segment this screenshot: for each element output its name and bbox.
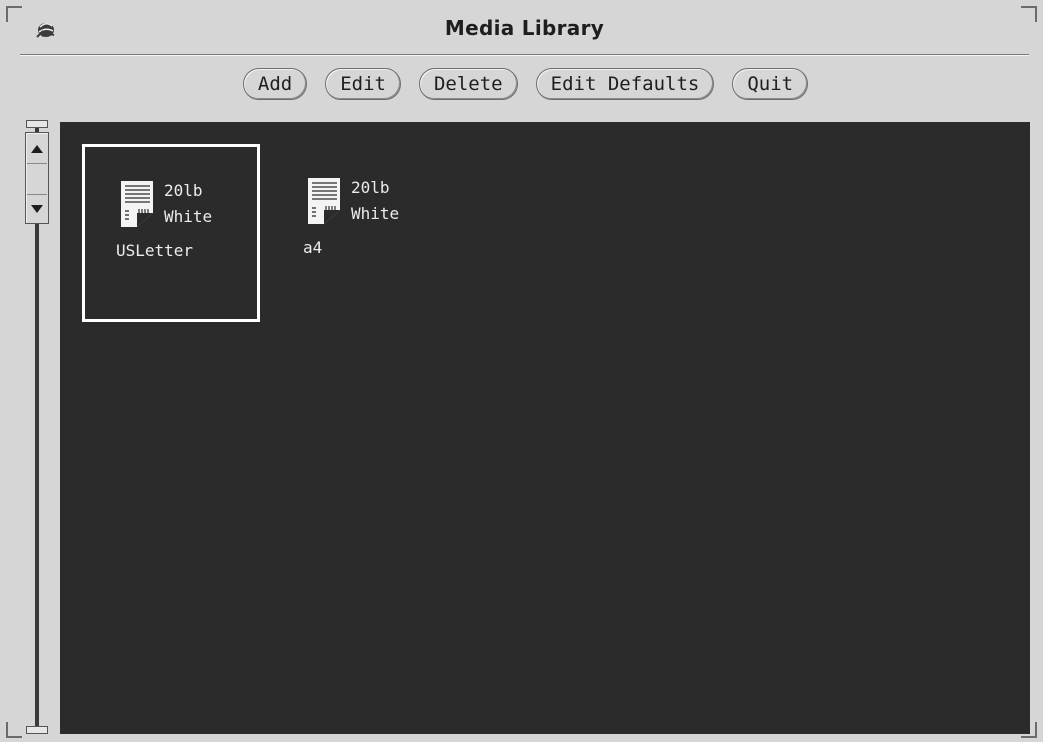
window-title: Media Library: [444, 16, 605, 40]
media-weight-label: 20lb: [164, 181, 203, 200]
media-library-window: Media Library Add Edit Delete Edit Defau…: [0, 0, 1043, 742]
media-weight-label: 20lb: [351, 178, 390, 197]
resize-corner-bottom-left[interactable]: [6, 722, 22, 738]
media-name-label: USLetter: [116, 241, 194, 260]
scrollbar-bottom-cable-anchor[interactable]: [26, 726, 48, 734]
vertical-scrollbar[interactable]: [24, 120, 50, 734]
scrollbar-top-cable-anchor[interactable]: [26, 120, 48, 128]
media-name-label: a4: [303, 238, 323, 257]
media-color-label: White: [164, 207, 213, 226]
media-item-usletter[interactable]: 20lb White USLetter: [82, 144, 260, 322]
arrow-up-icon: [31, 145, 43, 153]
toolbar: Add Edit Delete Edit Defaults Quit: [0, 68, 1043, 104]
scroll-up-button[interactable]: [27, 135, 47, 164]
edit-button[interactable]: Edit: [325, 68, 401, 100]
quit-button[interactable]: Quit: [732, 68, 809, 100]
arrow-down-icon: [31, 205, 43, 213]
scroll-down-button[interactable]: [27, 195, 47, 223]
scroll-drag-area[interactable]: [27, 164, 47, 195]
media-item-a4[interactable]: 20lb White a4: [272, 144, 450, 322]
delete-button[interactable]: Delete: [418, 68, 518, 100]
paper-sheet-icon: [308, 178, 340, 224]
media-color-label: White: [351, 204, 400, 223]
title-bar[interactable]: Media Library: [20, 8, 1029, 52]
edit-defaults-button[interactable]: Edit Defaults: [535, 68, 715, 100]
scrollbar-elevator[interactable]: [25, 132, 49, 224]
paper-sheet-icon: [121, 181, 153, 227]
title-divider: [20, 54, 1029, 56]
media-canvas[interactable]: 20lb White USLetter 20lb White a4: [60, 122, 1030, 734]
add-button[interactable]: Add: [242, 68, 308, 100]
